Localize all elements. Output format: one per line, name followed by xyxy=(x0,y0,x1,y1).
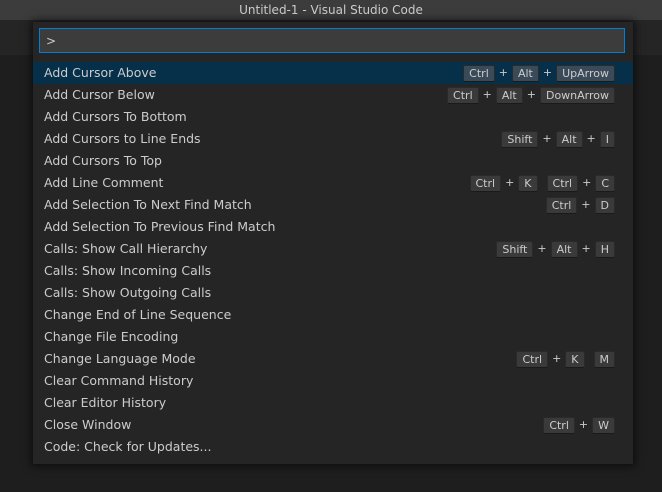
key-cap: Alt xyxy=(495,86,523,104)
command-item[interactable]: Calls: Show Outgoing Calls xyxy=(33,282,633,304)
command-item-label: Change File Encoding xyxy=(44,329,179,344)
command-item-label: Code: Check for Updates... xyxy=(44,439,212,454)
key-cap: K xyxy=(565,350,585,368)
command-item[interactable]: Change File Encoding xyxy=(33,326,633,348)
command-item-label: Add Selection To Previous Find Match xyxy=(44,219,276,234)
command-item-label: Add Cursors To Top xyxy=(44,153,162,168)
command-item[interactable]: Add Selection To Previous Find Match xyxy=(33,216,633,238)
command-palette-input-box[interactable] xyxy=(39,28,625,53)
key-cap: Ctrl xyxy=(545,196,578,214)
command-item-label: Clear Command History xyxy=(44,373,194,388)
command-item[interactable]: Add Line Comment Ctrl + K Ctrl + C xyxy=(33,172,633,194)
key-cap: C xyxy=(595,174,615,192)
window-title-bar: Untitled-1 - Visual Studio Code xyxy=(0,0,662,20)
command-item-label: Add Cursors To Bottom xyxy=(44,109,187,124)
command-item[interactable]: Clear Editor History xyxy=(33,392,633,414)
key-plus-separator: + xyxy=(498,66,508,79)
key-cap: Ctrl xyxy=(516,350,549,368)
command-item[interactable]: Add Cursors to Line Ends Shift + Alt + I xyxy=(33,128,633,150)
key-cap: Ctrl xyxy=(543,416,575,434)
command-item-label: Add Line Comment xyxy=(44,175,164,190)
key-cap: Alt xyxy=(550,240,578,258)
key-cap: DownArrow xyxy=(539,86,615,104)
keybinding: Ctrl + D xyxy=(545,194,615,216)
key-cap: Ctrl xyxy=(447,86,479,104)
command-item-label: Clear Editor History xyxy=(44,395,167,410)
command-item-label: Add Selection To Next Find Match xyxy=(44,197,252,212)
command-item[interactable]: Calls: Show Incoming Calls xyxy=(33,260,633,282)
key-cap: I xyxy=(599,130,615,148)
command-item-label: Change End of Line Sequence xyxy=(44,307,232,322)
key-cap: M xyxy=(593,350,615,368)
keybinding: Ctrl + W xyxy=(543,414,615,436)
command-item[interactable]: Change End of Line Sequence xyxy=(33,304,633,326)
command-item[interactable]: Add Cursors To Top xyxy=(33,150,633,172)
key-cap: D xyxy=(594,196,615,214)
command-item-label: Calls: Show Incoming Calls xyxy=(44,263,212,278)
key-cap: H xyxy=(594,240,615,258)
key-plus-separator: + xyxy=(542,66,553,79)
key-cap: K xyxy=(518,174,538,192)
key-cap: Alt xyxy=(555,130,583,148)
key-plus-separator: + xyxy=(578,418,589,431)
key-plus-separator: + xyxy=(542,132,552,145)
key-cap: W xyxy=(592,416,615,434)
keybinding: Ctrl + Alt + DownArrow xyxy=(447,84,615,106)
keybinding: Ctrl + Alt + UpArrow xyxy=(463,62,615,84)
command-item-label: Add Cursor Above xyxy=(44,65,157,80)
key-plus-separator: + xyxy=(537,242,547,255)
key-plus-separator: + xyxy=(581,242,591,255)
command-item[interactable]: Add Cursor Below Ctrl + Alt + DownArrow xyxy=(33,84,633,106)
key-plus-separator: + xyxy=(526,88,536,101)
command-item[interactable]: Code: Check for Updates... xyxy=(33,436,633,458)
key-cap: UpArrow xyxy=(556,64,615,82)
command-item[interactable]: Clear Command History xyxy=(33,370,633,392)
keybinding: Ctrl + K M xyxy=(516,348,615,370)
command-list: Add Cursor Above Ctrl + Alt + UpArrow Add Curs… xyxy=(33,62,633,458)
key-plus-separator: + xyxy=(505,176,515,189)
key-plus-separator: + xyxy=(586,132,596,145)
key-plus-separator: + xyxy=(581,198,591,211)
command-palette-input[interactable] xyxy=(40,29,624,52)
command-item-label: Calls: Show Outgoing Calls xyxy=(44,285,212,300)
key-cap: Ctrl xyxy=(546,174,579,192)
command-item[interactable]: Calls: Show Call Hierarchy Shift + Alt + H xyxy=(33,238,633,260)
key-cap: Shift xyxy=(496,240,534,258)
command-item-label: Add Cursor Below xyxy=(44,87,155,102)
keybinding: Shift + Alt + H xyxy=(496,238,615,260)
command-item[interactable]: Close Window Ctrl + W xyxy=(33,414,633,436)
command-item-label: Change Language Mode xyxy=(44,351,196,366)
key-plus-separator: + xyxy=(582,176,592,189)
command-item-label: Close Window xyxy=(44,417,132,432)
command-item-label: Calls: Show Call Hierarchy xyxy=(44,241,208,256)
keybinding: Ctrl + K Ctrl + C xyxy=(469,172,615,194)
key-cap: Ctrl xyxy=(463,64,495,82)
key-cap: Ctrl xyxy=(469,174,502,192)
command-item[interactable]: Add Selection To Next Find Match Ctrl + D xyxy=(33,194,633,216)
key-cap: Shift xyxy=(501,130,539,148)
key-plus-separator: + xyxy=(552,352,562,365)
key-cap: Alt xyxy=(511,64,539,82)
command-item[interactable]: Change Language Mode Ctrl + K M xyxy=(33,348,633,370)
command-item-label: Add Cursors to Line Ends xyxy=(44,131,201,146)
command-item[interactable]: Add Cursor Above Ctrl + Alt + UpArrow xyxy=(33,62,633,84)
command-item[interactable]: Add Cursors To Bottom xyxy=(33,106,633,128)
key-plus-separator: + xyxy=(482,88,492,101)
window-title: Untitled-1 - Visual Studio Code xyxy=(239,3,423,17)
keybinding: Shift + Alt + I xyxy=(501,128,615,150)
command-palette: Add Cursor AboveCtrl+Alt+UpArrowAdd Curs… xyxy=(33,22,633,464)
